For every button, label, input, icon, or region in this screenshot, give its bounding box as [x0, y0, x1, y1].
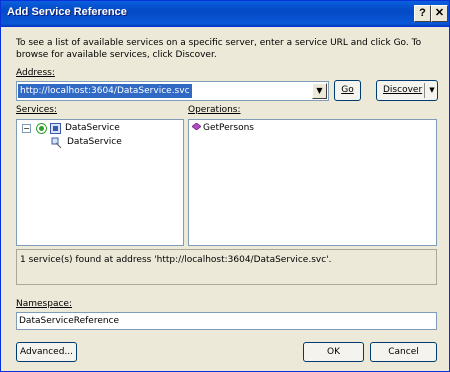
address-input[interactable]: http://localhost:3604/DataService.svc [18, 84, 192, 98]
operations-list[interactable]: GetPersons [188, 119, 437, 246]
operation-item[interactable]: GetPersons [203, 122, 254, 134]
operations-label: Operations: [188, 105, 241, 115]
contract-icon [51, 137, 62, 149]
advanced-button[interactable]: Advanced... [16, 342, 77, 362]
service-icon [50, 123, 61, 134]
method-icon [192, 123, 201, 130]
discover-button[interactable]: Discover ▼ [376, 80, 438, 101]
ok-button[interactable]: OK [303, 342, 364, 362]
tree-item-contract[interactable]: DataService [67, 136, 122, 148]
services-label: Services: [16, 105, 57, 115]
window-title: Add Service Reference [7, 6, 127, 18]
go-button[interactable]: Go [334, 80, 361, 101]
operations-label-text: Operations: [188, 105, 241, 115]
discover-dropdown-icon[interactable]: ▼ [427, 81, 437, 100]
collapse-icon[interactable]: − [22, 124, 31, 133]
help-button[interactable]: ? [414, 5, 431, 22]
services-tree[interactable]: − DataService DataService [16, 119, 184, 246]
close-button[interactable]: ✕ [431, 5, 448, 22]
title-bar[interactable]: Add Service Reference ? ✕ [1, 1, 449, 27]
address-dropdown-arrow-icon[interactable]: ▼ [312, 83, 327, 99]
namespace-label: Namespace: [16, 299, 72, 309]
cancel-button[interactable]: Cancel [370, 342, 437, 362]
instructions-text: To see a list of available services on a… [16, 38, 422, 60]
discover-divider [424, 83, 425, 98]
address-combobox[interactable]: http://localhost:3604/DataService.svc ▼ [16, 81, 329, 101]
services-label-text: Services: [16, 105, 57, 115]
address-label-text: Address: [16, 68, 55, 78]
tree-item-service[interactable]: DataService [65, 122, 120, 134]
status-message: 1 service(s) found at address 'http://lo… [16, 249, 437, 285]
discover-button-label: Discover [383, 85, 423, 95]
service-status-icon [36, 123, 47, 134]
namespace-label-text: Namespace: [16, 299, 72, 309]
go-button-label: Go [341, 85, 354, 95]
add-service-reference-dialog: Add Service Reference ? ✕ To see a list … [0, 0, 450, 372]
namespace-input[interactable]: DataServiceReference [16, 312, 437, 330]
address-label: Address: [16, 68, 55, 78]
